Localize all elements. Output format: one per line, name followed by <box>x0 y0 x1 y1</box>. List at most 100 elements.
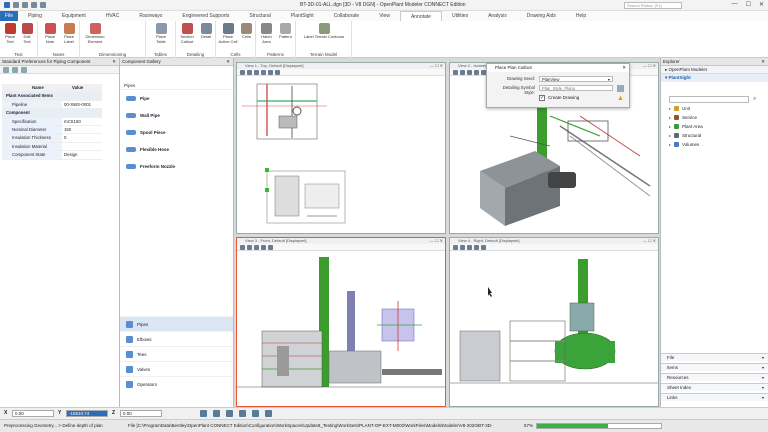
zoom-in-icon[interactable] <box>240 245 245 250</box>
place-table-button[interactable]: Place Table <box>153 23 169 44</box>
label-terrain-contours-button[interactable]: Label Terrain Contours <box>302 23 346 40</box>
zoom-out-icon[interactable] <box>247 245 252 250</box>
tab-analysis[interactable]: Analysis <box>478 11 517 21</box>
pan-icon[interactable] <box>268 70 273 75</box>
tab-collaborate[interactable]: Collaborate <box>324 11 370 21</box>
section-plant-associated-items[interactable]: Plant Associated Items <box>2 92 102 101</box>
tab-annotate[interactable]: Annotate <box>399 10 442 22</box>
rotate-icon[interactable] <box>261 70 266 75</box>
gallery-item-flexible-hose[interactable]: Flexible Hose <box>120 141 233 158</box>
tab-engineered-supports[interactable]: Engineered Supports <box>172 11 239 21</box>
explorer-section-sheet-index[interactable]: Sheet Index ▾ <box>661 383 768 391</box>
detailing-symbol-style-input[interactable]: Plan_Style_Plans <box>539 85 613 91</box>
zoom-out-icon[interactable] <box>460 245 465 250</box>
undo-icon[interactable] <box>22 2 28 8</box>
close-icon[interactable]: ✕ <box>622 64 626 72</box>
hatch-area-button[interactable]: Hatch Area <box>258 23 275 44</box>
property-row[interactable]: Component State Design <box>2 151 102 160</box>
tab-file[interactable]: File <box>0 11 18 21</box>
category-pipes[interactable]: Pipes <box>120 316 233 331</box>
place-label-button[interactable]: Place Label <box>61 23 77 44</box>
cascade-views-icon[interactable] <box>239 410 246 417</box>
sort-icon[interactable] <box>12 67 18 73</box>
rotate-icon[interactable] <box>474 245 479 250</box>
tab-help[interactable]: Help <box>566 11 596 21</box>
place-note-button[interactable]: Place Note <box>42 23 58 44</box>
explorer-section-plantsight[interactable]: ▾ PlantSight <box>661 74 768 82</box>
detail-button[interactable]: Detail <box>198 23 214 40</box>
view-1-top[interactable]: View 1 - Top, Default [Displayset] — ☐ ✕ <box>236 62 446 234</box>
browse-icon[interactable] <box>617 85 624 92</box>
zoom-in-icon[interactable] <box>453 70 458 75</box>
maximize-button[interactable]: ☐ <box>746 1 751 8</box>
close-button[interactable]: ✕ <box>759 1 764 8</box>
explorer-section-resources[interactable]: Resources ▾ <box>661 373 768 381</box>
zoom-in-icon[interactable] <box>240 70 245 75</box>
edit-text-button[interactable]: Edit Text <box>20 23 34 44</box>
tab-raceways[interactable]: Raceways <box>129 11 172 21</box>
tree-item-plant-area[interactable]: ▸ Plant Area <box>669 122 703 131</box>
tab-view[interactable]: View <box>369 11 400 21</box>
property-row[interactable]: Nominal Diameter 150 <box>2 125 102 135</box>
refresh-icon[interactable] <box>21 67 27 73</box>
tree-item-structural[interactable]: ▸ Structural <box>669 131 703 140</box>
view-groups-icon[interactable] <box>252 410 259 417</box>
tree-item-unit[interactable]: ▸ Unit <box>669 104 703 113</box>
minimize-button[interactable]: — <box>732 1 738 8</box>
rotate-icon[interactable] <box>261 245 266 250</box>
pan-icon[interactable] <box>268 245 273 250</box>
explorer-section-file[interactable]: File ▾ <box>661 353 768 361</box>
gallery-item-wall-pipe[interactable]: Wall Pipe <box>120 107 233 124</box>
saved-views-icon[interactable] <box>265 410 272 417</box>
tab-structural[interactable]: Structural <box>239 11 280 21</box>
gallery-item-freeform-nozzle[interactable]: Freeform Nozzle <box>120 158 233 175</box>
tab-equipment[interactable]: Equipment <box>52 11 96 21</box>
close-icon[interactable]: ✕ <box>226 58 230 66</box>
gallery-item-spool-piece[interactable]: Spool Piece <box>120 124 233 141</box>
tab-drawing-aids[interactable]: Drawing Aids <box>517 11 566 21</box>
zoom-in-icon[interactable] <box>453 245 458 250</box>
fit-view-icon[interactable] <box>467 245 472 250</box>
category-elbows[interactable]: Elbows <box>120 331 233 346</box>
y-coordinate-input[interactable]: -15910.74 <box>66 410 108 417</box>
rotate-icon[interactable] <box>474 70 479 75</box>
gallery-item-pipe[interactable]: Pipe <box>120 90 233 107</box>
section-component[interactable]: Component <box>2 109 102 118</box>
category-operators[interactable]: Operators <box>120 376 233 391</box>
property-row[interactable]: Insulation Thickness 0 <box>2 134 102 143</box>
print-icon[interactable] <box>40 2 46 8</box>
tab-utilities[interactable]: Utilities <box>442 11 478 21</box>
property-row[interactable]: Pipeline 00-SWS-0001 <box>2 100 102 110</box>
fit-view-icon[interactable] <box>467 70 472 75</box>
tab-plantsight[interactable]: PlantSight <box>281 11 324 21</box>
section-callout-button[interactable]: Section Callout <box>178 23 196 44</box>
close-icon[interactable]: ✕ <box>112 58 116 66</box>
view-attributes-icon[interactable] <box>275 70 280 75</box>
create-drawing-checkbox[interactable]: ✓ <box>539 95 545 101</box>
view-4-right[interactable]: View 4 - Right, Default [Displayset] — ☐ … <box>449 237 659 407</box>
property-row[interactable]: Specification mCS150 <box>2 117 102 126</box>
ribbon-search-input[interactable]: Search Ribbon (F4) <box>624 2 682 9</box>
tree-item-service[interactable]: ▸ Service <box>669 113 703 122</box>
place-text-button[interactable]: Place Text <box>3 23 17 44</box>
tab-piping[interactable]: Piping <box>18 11 52 21</box>
drawing-seed-select[interactable]: PlanView ▾ <box>539 76 613 82</box>
next-view-icon[interactable] <box>213 410 220 417</box>
category-valves[interactable]: Valves <box>120 361 233 376</box>
fit-view-icon[interactable] <box>254 245 259 250</box>
view-3-front[interactable]: View 3 - Front, Default [Displayset] — ☐ … <box>236 237 446 407</box>
tab-hvac[interactable]: HVAC <box>96 11 130 21</box>
search-icon[interactable]: ⌕ <box>753 96 756 103</box>
explorer-search-input[interactable] <box>669 96 749 103</box>
fit-view-icon[interactable] <box>254 70 259 75</box>
redo-icon[interactable] <box>31 2 37 8</box>
pattern-button[interactable]: Pattern <box>277 23 294 40</box>
dimension-element-button[interactable]: Dimension Element <box>84 23 106 44</box>
property-row[interactable]: Insulation Material <box>2 142 102 152</box>
explorer-section-items[interactable]: Items ▾ <box>661 363 768 371</box>
filter-icon[interactable] <box>3 67 9 73</box>
close-icon[interactable]: ✕ <box>761 58 765 66</box>
zoom-out-icon[interactable] <box>247 70 252 75</box>
category-tees[interactable]: Tees <box>120 346 233 361</box>
zoom-out-icon[interactable] <box>460 70 465 75</box>
